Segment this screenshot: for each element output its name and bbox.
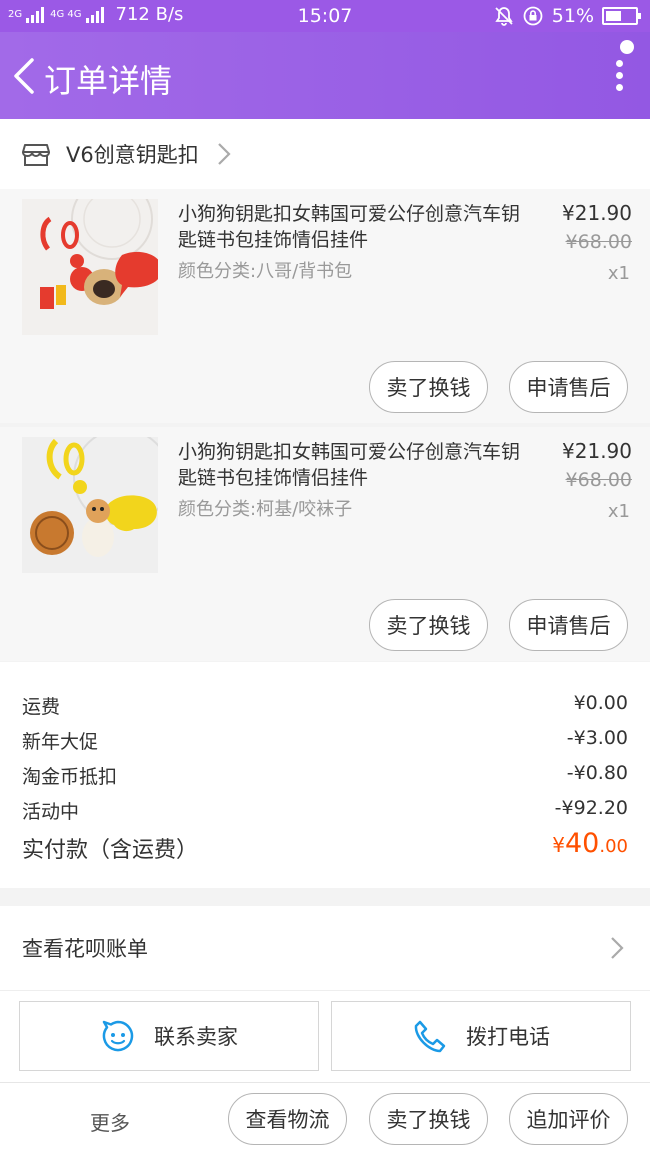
aftersale-button[interactable]: 申请售后 (509, 361, 628, 413)
contact-seller-button[interactable]: 联系卖家 (19, 1001, 319, 1071)
fee-row: 淘金币抵扣 -¥0.80 (22, 762, 628, 789)
chevron-right-icon (217, 143, 231, 165)
product-image-pug[interactable] (22, 199, 158, 335)
product-price: ¥21.90 (562, 201, 632, 225)
battery-percent: 51% (551, 5, 594, 27)
fee-value: -¥92.20 (554, 797, 628, 819)
status-right: 51% (494, 5, 641, 27)
product-name[interactable]: 小狗狗钥匙扣女韩国可爱公仔创意汽车钥匙链书包挂饰情侣挂件 (178, 439, 528, 491)
total-integer: 40 (565, 828, 600, 859)
sell-button[interactable]: 卖了换钱 (369, 1093, 488, 1145)
fee-value: ¥0.00 (573, 692, 628, 714)
notification-dot (620, 40, 634, 54)
product-price: ¥21.90 (562, 439, 632, 463)
order-item[interactable]: 小狗狗钥匙扣女韩国可爱公仔创意汽车钥匙链书包挂饰情侣挂件 颜色分类:八哥/背书包… (0, 189, 650, 423)
fee-row: 运费 ¥0.00 (22, 692, 628, 719)
total-currency: ¥ (552, 833, 565, 857)
phone-icon (414, 1020, 446, 1053)
product-spec: 颜色分类:柯基/咬袜子 (178, 499, 353, 520)
product-spec: 颜色分类:八哥/背书包 (178, 261, 353, 282)
page-title: 订单详情 (44, 62, 173, 100)
shop-name: V6创意钥匙扣 (66, 143, 199, 167)
contact-actions: 联系卖家 拨打电话 (0, 990, 650, 1082)
product-qty: x1 (607, 501, 630, 522)
product-original-price: ¥68.00 (565, 231, 632, 253)
bottom-action-bar: 更多 查看物流 卖了换钱 追加评价 (0, 1082, 650, 1155)
aftersale-button[interactable]: 申请售后 (509, 599, 628, 651)
total-value: ¥40.00 (552, 828, 628, 859)
back-arrow-icon[interactable] (10, 54, 40, 98)
more-options-icon[interactable] (614, 60, 624, 94)
fee-label: 运费 (22, 696, 61, 718)
more-button[interactable]: 更多 (90, 1107, 130, 1136)
sell-button[interactable]: 卖了换钱 (369, 599, 488, 651)
call-button[interactable]: 拨打电话 (331, 1001, 631, 1071)
status-bar: 2G 4G 4G 712 B/s 15:07 51% (0, 0, 650, 32)
product-image-corgi[interactable] (22, 437, 158, 573)
chat-face-icon (102, 1020, 134, 1052)
total-decimal: .00 (599, 836, 628, 857)
huabei-bill-row[interactable]: 查看花呗账单 (0, 906, 650, 990)
order-item[interactable]: 小狗狗钥匙扣女韩国可爱公仔创意汽车钥匙链书包挂饰情侣挂件 颜色分类:柯基/咬袜子… (0, 427, 650, 661)
call-label: 拨打电话 (466, 1025, 550, 1049)
product-qty: x1 (607, 263, 630, 284)
total-row: 实付款（含运费） ¥40.00 (22, 828, 628, 864)
chevron-right-icon (611, 937, 624, 959)
fee-row: 活动中 -¥92.20 (22, 797, 628, 824)
battery-icon (602, 7, 641, 25)
fee-value: -¥3.00 (566, 727, 628, 749)
shop-row[interactable]: V6创意钥匙扣 (0, 119, 650, 189)
product-original-price: ¥68.00 (565, 469, 632, 491)
store-icon (22, 144, 50, 166)
fee-label: 淘金币抵扣 (22, 766, 118, 788)
mute-bell-icon (495, 7, 513, 26)
total-label: 实付款（含运费） (22, 838, 199, 863)
fee-label: 活动中 (22, 801, 80, 823)
product-name[interactable]: 小狗狗钥匙扣女韩国可爱公仔创意汽车钥匙链书包挂饰情侣挂件 (178, 201, 528, 253)
fee-summary: 运费 ¥0.00 新年大促 -¥3.00 淘金币抵扣 -¥0.80 活动中 -¥… (0, 662, 650, 888)
sell-button[interactable]: 卖了换钱 (369, 361, 488, 413)
fee-value: -¥0.80 (566, 762, 628, 784)
fee-label: 新年大促 (22, 731, 99, 753)
nav-header: 订单详情 (0, 32, 650, 119)
huabei-label: 查看花呗账单 (22, 937, 148, 961)
fee-row: 新年大促 -¥3.00 (22, 727, 628, 754)
add-review-button[interactable]: 追加评价 (509, 1093, 628, 1145)
logistics-button[interactable]: 查看物流 (228, 1093, 347, 1145)
lock-rotation-icon (523, 6, 543, 26)
contact-seller-label: 联系卖家 (154, 1025, 238, 1049)
